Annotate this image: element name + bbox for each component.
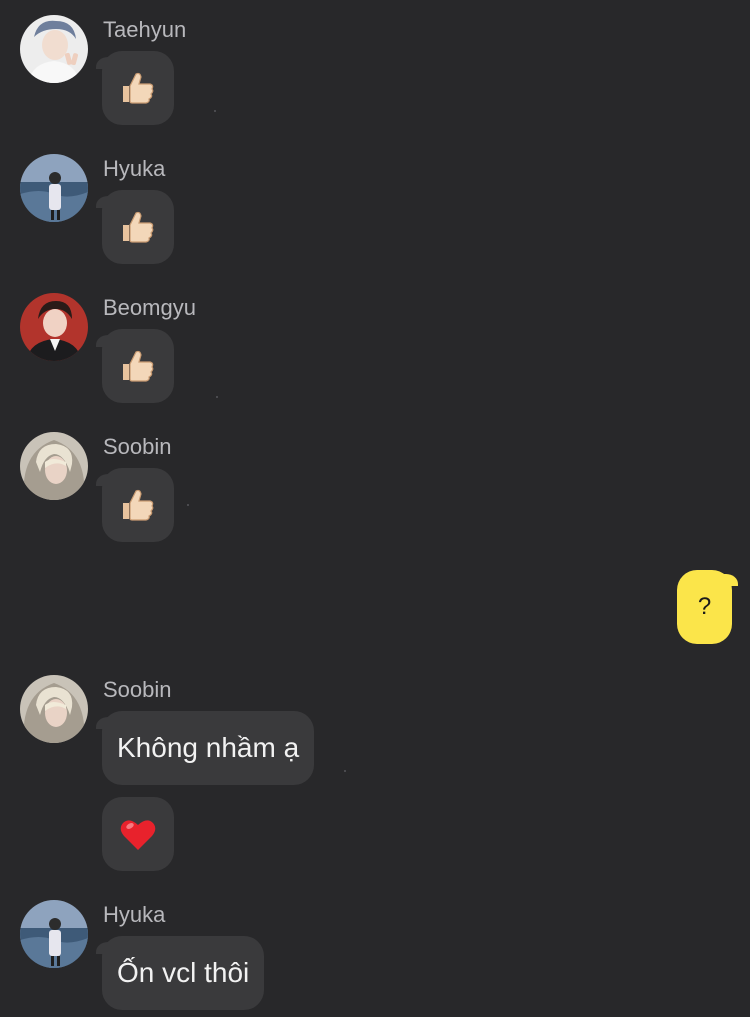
message-bubble[interactable] xyxy=(96,468,174,542)
sender-name: Soobin xyxy=(103,677,172,702)
thumbs-up-icon xyxy=(120,70,156,106)
sender-name: Taehyun xyxy=(103,17,187,42)
sender-name: Soobin xyxy=(103,434,172,459)
thumbs-up-icon xyxy=(120,348,156,384)
message-bubble[interactable]: Không nhầm ạ xyxy=(95,711,315,785)
message-bubble[interactable] xyxy=(102,797,174,871)
heart-icon xyxy=(119,816,157,852)
thumbs-up-icon xyxy=(120,209,156,245)
profile-photo-icon xyxy=(20,293,88,361)
read-indicator xyxy=(187,504,189,506)
message-bubble[interactable] xyxy=(96,329,174,403)
avatar-soobin[interactable] xyxy=(20,432,88,500)
sender-name: Hyuka xyxy=(103,902,166,927)
read-indicator xyxy=(344,770,346,772)
my-message-bubble[interactable]: ? xyxy=(677,570,738,644)
read-indicator xyxy=(214,110,216,112)
profile-photo-icon xyxy=(20,675,88,743)
profile-photo-icon xyxy=(20,900,88,968)
read-indicator xyxy=(216,396,218,398)
avatar-taehyun[interactable] xyxy=(20,15,88,83)
message-bubble[interactable] xyxy=(96,190,174,264)
message-bubble[interactable]: Ốn vcl thôi xyxy=(95,936,265,1010)
avatar-hyuka[interactable] xyxy=(20,154,88,222)
avatar-hyuka[interactable] xyxy=(20,900,88,968)
avatar-beomgyu[interactable] xyxy=(20,293,88,361)
chat-room: Taehyun Hyuka Beomgyu Soobin ? Soobin Kh… xyxy=(0,0,750,1017)
avatar-soobin[interactable] xyxy=(20,675,88,743)
profile-photo-icon xyxy=(20,15,88,83)
profile-photo-icon xyxy=(20,154,88,222)
thumbs-up-icon xyxy=(120,487,156,523)
sender-name: Hyuka xyxy=(103,156,166,181)
profile-photo-icon xyxy=(20,432,88,500)
message-bubble[interactable] xyxy=(96,51,174,125)
sender-name: Beomgyu xyxy=(103,295,196,320)
